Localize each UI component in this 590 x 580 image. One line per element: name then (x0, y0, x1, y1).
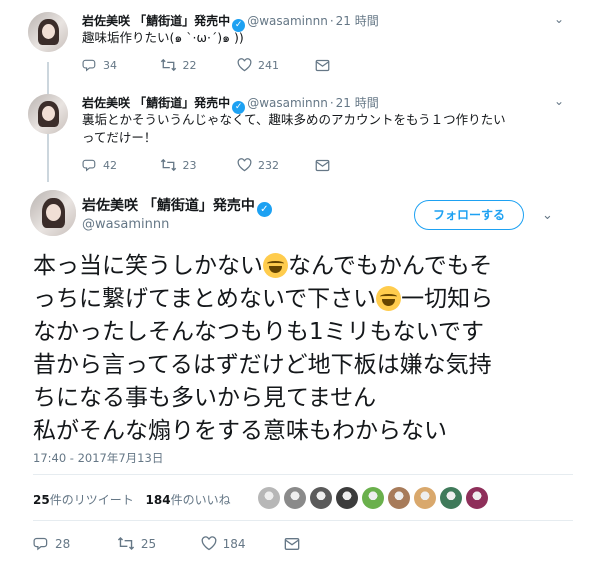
avatar[interactable] (30, 190, 76, 236)
dm-icon (285, 537, 300, 550)
dm-button[interactable] (315, 158, 330, 172)
handle[interactable]: @wasaminnn (82, 217, 169, 232)
verified-icon: ✓ (256, 202, 272, 217)
heart-icon (237, 158, 252, 172)
divider (33, 520, 573, 521)
tweet-text-line: ちになる事も多いから見てません (33, 385, 377, 411)
avatar[interactable] (28, 94, 68, 134)
tweet-text-line: 裏垢とかそういうんじゃなくて、趣味多めのアカウントをもう１つ作りたい (82, 112, 506, 127)
retweet-stat[interactable]: 25件のリツイート (33, 493, 134, 507)
timestamp[interactable]: 21 時間 (336, 14, 379, 28)
reply-count: 34 (103, 58, 117, 72)
reply-icon (33, 537, 48, 551)
tweet-2[interactable]: 岩佐美咲 「鯖街道」発売中 ✓ @wasaminnn · 21 時間 ⌄ 裏垢とかそうい… (0, 94, 590, 178)
heart-icon (237, 58, 252, 72)
reply-icon (82, 159, 96, 172)
avatar[interactable] (28, 12, 68, 52)
divider (33, 474, 573, 475)
follow-button[interactable]: フォローする (414, 200, 524, 230)
liker-avatar[interactable] (440, 487, 462, 509)
like-button[interactable]: 241 (237, 58, 311, 72)
like-stat[interactable]: 184件のいいね (146, 493, 231, 507)
main-tweet-actions: 28 25 184 (33, 536, 300, 551)
tweet-1[interactable]: 岩佐美咲 「鯖街道」発売中 ✓ @wasaminnn · 21 時間 ⌄ 趣味垢作りたい… (0, 12, 590, 82)
retweet-button[interactable]: 22 (160, 58, 234, 72)
reply-icon (82, 59, 96, 72)
like-count: 241 (258, 58, 279, 72)
display-name[interactable]: 岩佐美咲 「鯖街道」発売中 (82, 96, 230, 110)
dm-button[interactable] (315, 58, 330, 72)
reply-count: 28 (55, 536, 71, 551)
tweet-text-line: 本っ当に笑うしかない なんでもかんでもそ (33, 253, 493, 279)
dm-icon (315, 59, 329, 71)
retweet-icon (117, 536, 134, 551)
handle[interactable]: @wasaminnn (247, 14, 328, 28)
retweet-button[interactable]: 23 (160, 158, 234, 172)
display-name-text: 岩佐美咲 「鯖街道」発売中 (82, 198, 255, 214)
retweet-count: 25 (140, 536, 157, 551)
dm-button[interactable] (284, 536, 300, 551)
liker-avatar[interactable] (336, 487, 358, 509)
tweet-text-line: 昔から言ってるはずだけど地下板は嫌な気持 (33, 352, 492, 378)
retweet-icon (160, 158, 176, 172)
chevron-down-icon[interactable]: ⌄ (554, 12, 564, 26)
timestamp[interactable]: 21 時間 (336, 96, 379, 110)
like-count: 232 (258, 158, 279, 172)
main-tweet-text: 本っ当に笑うしかない なんでもかんでもそ っちに繋げてまとめないで下さい 一切知ら … (33, 250, 573, 448)
liker-avatar[interactable] (362, 487, 384, 509)
retweet-icon (160, 58, 176, 72)
like-count: 184 (222, 536, 246, 551)
dm-icon (315, 159, 329, 171)
display-name[interactable]: 岩佐美咲 「鯖街道」発売中 ✓ (82, 195, 274, 217)
tweet-actions: 42 23 232 (82, 158, 330, 172)
display-name[interactable]: 岩佐美咲 「鯖街道」発売中 (82, 14, 230, 28)
reply-button[interactable]: 28 (33, 536, 113, 551)
tweet-text-line: なかったしそんなつもりも1ミリもないです (33, 319, 484, 345)
liker-avatar[interactable] (388, 487, 410, 509)
liker-avatar[interactable] (466, 487, 488, 509)
reply-button[interactable]: 42 (82, 158, 156, 172)
tweet-text: 趣味垢作りたい(๑ `·ω·´)๑ )) (82, 30, 244, 45)
heart-icon (201, 536, 217, 551)
tears-of-joy-emoji-icon (376, 286, 402, 311)
chevron-down-icon[interactable]: ⌄ (542, 208, 553, 223)
chevron-down-icon[interactable]: ⌄ (554, 94, 564, 108)
like-button[interactable]: 184 (201, 536, 281, 551)
retweet-count: 23 (182, 158, 197, 172)
liker-avatar[interactable] (414, 487, 436, 509)
liker-avatar[interactable] (258, 487, 280, 509)
retweet-button[interactable]: 25 (117, 536, 197, 551)
tweet-stats: 25件のリツイート 184件のいいね (33, 491, 231, 508)
tweet-text-line: 私がそんな煽りをする意味もわからない (33, 418, 447, 444)
retweet-count: 22 (182, 58, 197, 72)
liker-avatar[interactable] (284, 487, 306, 509)
tweet-text-line: っちに繋げてまとめないで下さい 一切知ら (33, 286, 494, 312)
tweet-timestamp[interactable]: 17:40 - 2017年7月13日 (33, 450, 163, 466)
reply-button[interactable]: 34 (82, 58, 156, 72)
tweet-actions: 34 22 241 (82, 58, 330, 72)
tweet-text: 裏垢とかそういうんじゃなくて、趣味多めのアカウントをもう１つ作りたい ってだけー… (82, 111, 552, 147)
liker-avatar[interactable] (310, 487, 332, 509)
handle[interactable]: @wasaminnn (247, 96, 328, 110)
reply-count: 42 (103, 158, 117, 172)
tears-of-joy-emoji-icon (263, 253, 288, 278)
tweet-text-line: ってだけー！ (82, 130, 157, 145)
like-button[interactable]: 232 (237, 158, 311, 172)
